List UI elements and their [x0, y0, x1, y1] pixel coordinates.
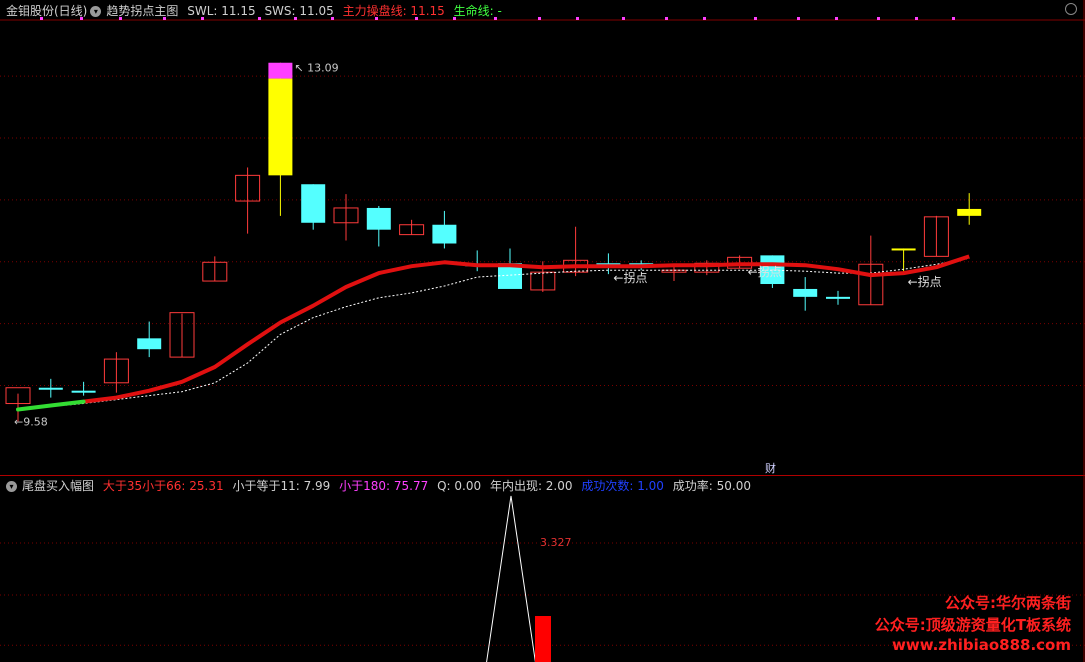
signal-dot — [294, 17, 297, 20]
turn-point-label: ←拐点 — [908, 274, 942, 289]
signal-dot — [797, 17, 800, 20]
candle-body — [957, 208, 982, 216]
signal-dot — [703, 17, 706, 20]
signal-dot — [754, 17, 757, 20]
finance-marker: 财 — [765, 461, 776, 475]
candle-body — [826, 296, 850, 299]
signal-dot — [915, 17, 918, 20]
signal-dot — [331, 17, 334, 20]
candle-body — [891, 248, 916, 251]
signal-dot — [201, 17, 204, 20]
watermark-line-2: 公众号:顶级游资量化T板系统 — [874, 616, 1071, 634]
candle-body — [137, 338, 162, 350]
sub-line — [486, 495, 536, 662]
signal-dot — [453, 17, 456, 20]
main-line — [83, 254, 970, 404]
low-label: ←9.58 — [14, 415, 48, 428]
candle-body — [268, 78, 293, 176]
peak-marker — [268, 62, 293, 79]
signal-dot — [952, 17, 955, 20]
main-candlestick-chart: ↖ 13.09 ←9.58 ←拐点 ←拐点 ←拐点财 — [0, 0, 1085, 476]
signal-dot — [576, 17, 579, 20]
candle-body — [366, 207, 391, 230]
signal-dot — [40, 17, 43, 20]
candle-body — [432, 224, 457, 244]
signal-dot — [163, 17, 166, 20]
signal-dot — [415, 17, 418, 20]
watermark-line-3: www.zhibiao888.com — [891, 636, 1071, 654]
signal-dot — [80, 17, 83, 20]
signal-dot — [494, 17, 497, 20]
signal-dot — [119, 17, 122, 20]
candle-body — [38, 387, 63, 390]
signal-dot — [622, 17, 625, 20]
sub-value-label: 3.327 — [540, 536, 572, 549]
signal-dot — [538, 17, 541, 20]
turn-point-label: ←拐点 — [748, 264, 782, 279]
signal-dot — [375, 17, 378, 20]
sub-bar — [535, 616, 551, 662]
candle-body — [71, 390, 96, 393]
turn-point-label: ←拐点 — [613, 270, 647, 285]
high-label: ↖ 13.09 — [294, 62, 338, 75]
signal-dot — [835, 17, 838, 20]
watermark-line-1: 公众号:华尔两条街 — [945, 594, 1071, 612]
signal-dot — [877, 17, 880, 20]
candle-body — [793, 288, 818, 297]
main-line-start — [16, 399, 86, 412]
candle-body — [301, 184, 326, 223]
signal-dot — [665, 17, 668, 20]
signal-dot — [258, 17, 261, 20]
